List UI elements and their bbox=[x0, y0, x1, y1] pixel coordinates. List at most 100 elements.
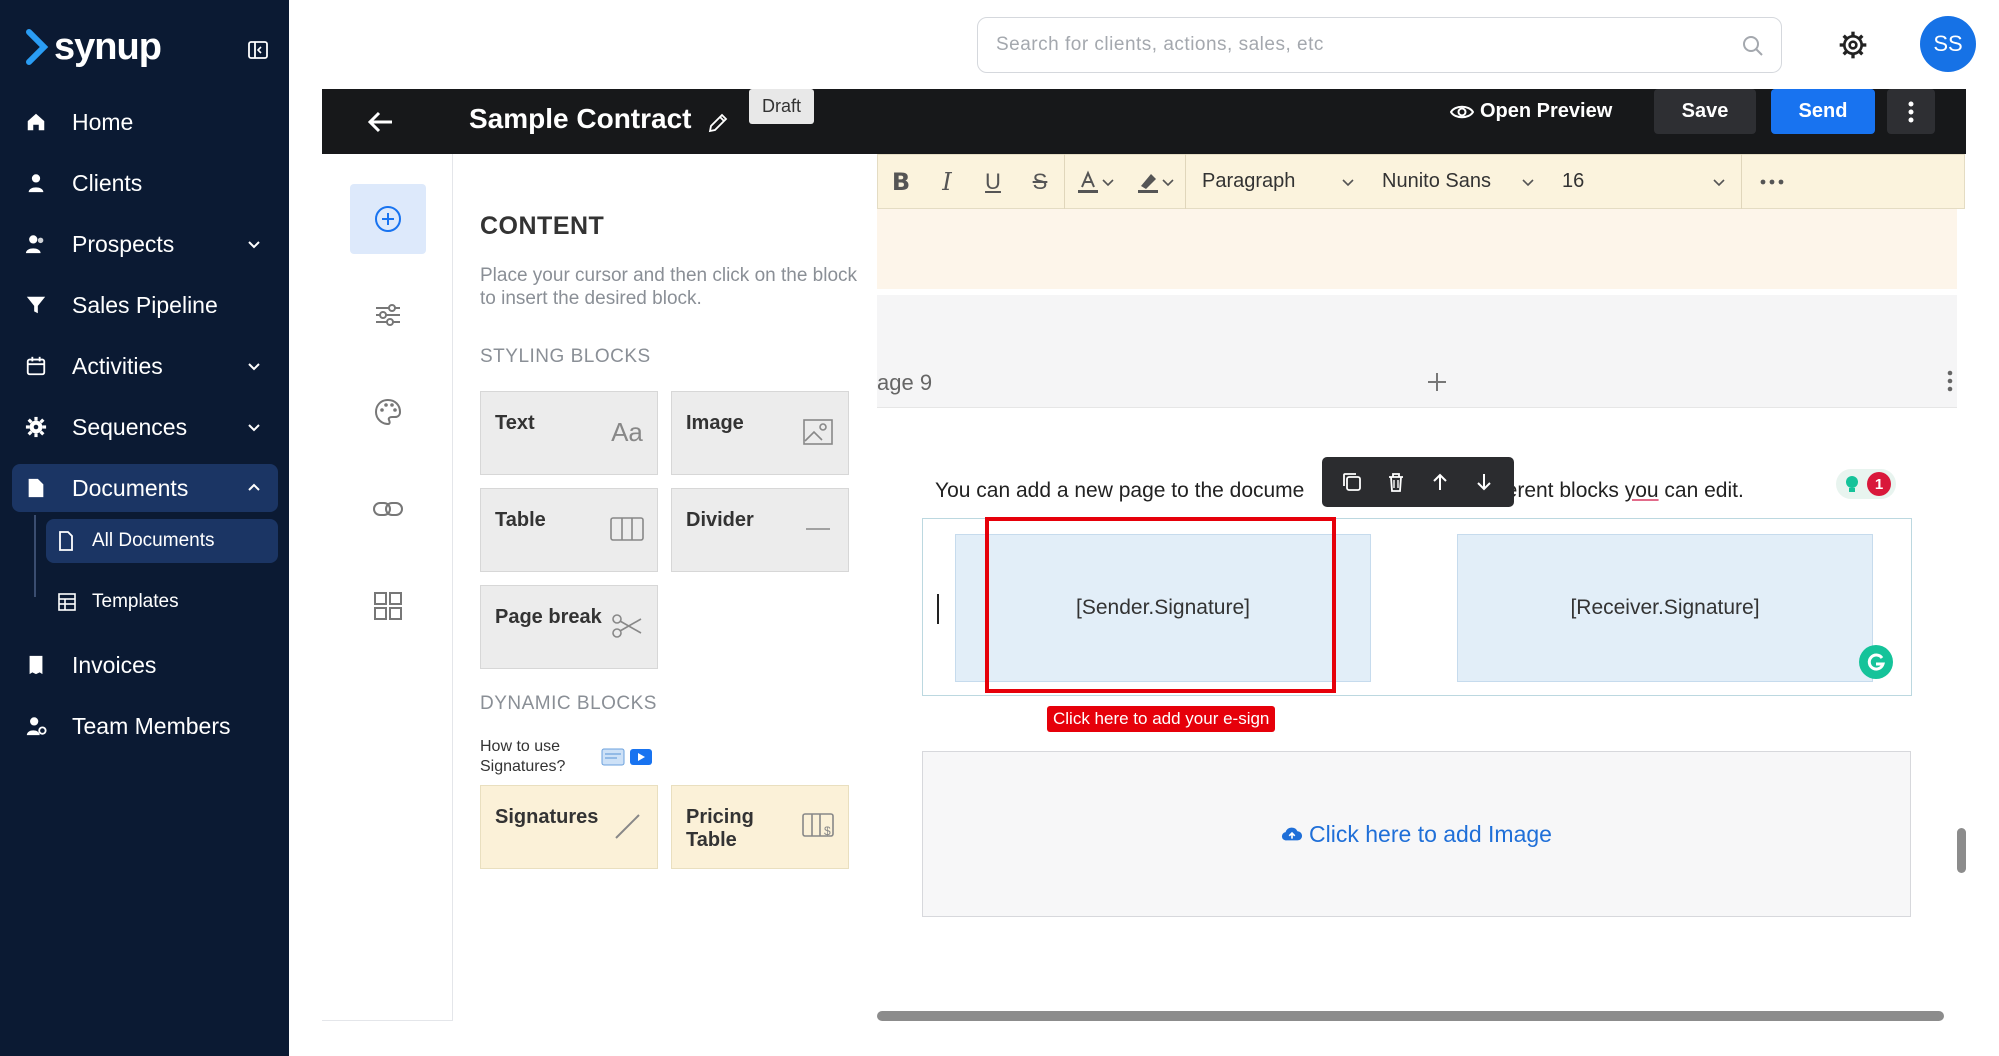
font-size-select[interactable]: 16 bbox=[1546, 154, 1741, 209]
highlighter-icon bbox=[1138, 173, 1158, 193]
underline-icon: U bbox=[985, 168, 1001, 194]
chevron-down-icon bbox=[248, 241, 260, 249]
add-image-label: Click here to add Image bbox=[1309, 820, 1552, 847]
table-columns-icon bbox=[609, 511, 645, 547]
signatures-block[interactable]: Signatures bbox=[480, 785, 658, 869]
table-block[interactable]: Table bbox=[480, 488, 658, 572]
sidebar-item-sales-pipeline[interactable]: Sales Pipeline bbox=[12, 281, 278, 329]
horizontal-scrollbar[interactable] bbox=[877, 1011, 1944, 1021]
tool-links[interactable] bbox=[350, 474, 426, 544]
font-family-select[interactable]: Nunito Sans bbox=[1366, 154, 1546, 209]
send-button[interactable]: Send bbox=[1771, 89, 1875, 134]
more-options-button[interactable] bbox=[1887, 89, 1935, 134]
open-preview-button[interactable]: Open Preview bbox=[1450, 89, 1612, 134]
font-color-icon bbox=[1078, 169, 1098, 193]
sidebar-item-label: Sequences bbox=[72, 413, 188, 440]
move-up-arrow-icon[interactable] bbox=[1429, 471, 1451, 493]
text-block[interactable]: Text Aa bbox=[480, 391, 658, 475]
grammarly-g-icon[interactable] bbox=[1859, 645, 1893, 679]
text-cursor bbox=[937, 594, 939, 624]
grammarly-badge[interactable]: 1 bbox=[1836, 469, 1896, 499]
chevron-down-icon bbox=[1102, 178, 1114, 186]
divider-line-icon bbox=[800, 511, 836, 547]
sidebar-item-activities[interactable]: Activities bbox=[12, 342, 278, 390]
text-aa-icon: Aa bbox=[611, 416, 643, 447]
sidebar-subitem-templates[interactable]: Templates bbox=[46, 580, 278, 624]
more-formatting-button[interactable] bbox=[1742, 154, 1802, 209]
underline-button[interactable]: U bbox=[970, 154, 1016, 209]
search-icon[interactable] bbox=[1741, 34, 1765, 58]
how-to-icons bbox=[601, 748, 653, 766]
pricing-table-block[interactable]: Pricing Table $ bbox=[671, 785, 849, 869]
grammarly-bulb-icon bbox=[1846, 476, 1858, 492]
image-block[interactable]: Image bbox=[671, 391, 849, 475]
pricing-label-line2: Table bbox=[686, 829, 737, 851]
tool-theme[interactable] bbox=[350, 377, 426, 447]
scissors-icon bbox=[609, 608, 645, 644]
sidebar-item-documents[interactable]: Documents bbox=[12, 464, 278, 512]
block-label: Signatures bbox=[495, 806, 599, 828]
synup-logo[interactable]: synup bbox=[26, 22, 162, 72]
user-icon bbox=[24, 171, 48, 195]
sidebar-collapse-icon[interactable] bbox=[246, 38, 270, 62]
highlight-button[interactable] bbox=[1125, 154, 1185, 209]
logo-text: synup bbox=[54, 25, 162, 68]
tool-settings[interactable] bbox=[350, 280, 426, 350]
paragraph-style-select[interactable]: Paragraph bbox=[1186, 154, 1366, 209]
home-icon bbox=[24, 110, 48, 134]
strikethrough-button[interactable]: S bbox=[1016, 154, 1064, 209]
sidebar-item-clients[interactable]: Clients bbox=[12, 159, 278, 207]
tool-add-content[interactable] bbox=[350, 184, 426, 254]
trash-icon[interactable] bbox=[1385, 471, 1407, 493]
sidebar-nav: Home Clients Prospects Sales Pipeline Ac… bbox=[12, 98, 278, 763]
team-icon bbox=[24, 714, 48, 738]
submenu-line bbox=[34, 515, 36, 597]
receiver-signature-field[interactable]: [Receiver.Signature] bbox=[1457, 534, 1873, 682]
video-play-icon[interactable] bbox=[629, 748, 653, 766]
kebab-icon bbox=[1908, 101, 1914, 122]
divider-block[interactable]: Divider bbox=[671, 488, 849, 572]
bold-button[interactable]: B bbox=[878, 154, 924, 209]
chevron-down-icon bbox=[248, 363, 260, 371]
formatting-toolbar: B I U S Paragraph Nunito Sans 16 bbox=[877, 154, 1965, 209]
tool-grid[interactable] bbox=[350, 571, 426, 641]
add-page-plus-icon[interactable] bbox=[1425, 370, 1449, 394]
sidebar-item-label: Activities bbox=[72, 352, 163, 379]
sidebar: synup Home Clients Prospects Sales Pipel… bbox=[0, 0, 289, 1056]
sidebar-item-prospects[interactable]: Prospects bbox=[12, 220, 278, 268]
sidebar-item-label: Home bbox=[72, 108, 134, 135]
copy-icon[interactable] bbox=[1341, 471, 1363, 493]
sidebar-item-team-members[interactable]: Team Members bbox=[12, 702, 278, 750]
pricing-label-line1: Pricing bbox=[686, 806, 754, 828]
bold-icon: B bbox=[891, 167, 911, 196]
settings-gear-icon[interactable] bbox=[1837, 29, 1869, 61]
page-gap bbox=[877, 295, 1957, 365]
strikethrough-icon: S bbox=[1032, 168, 1048, 194]
image-upload-block[interactable]: Click here to add Image bbox=[922, 751, 1911, 917]
back-arrow-icon[interactable] bbox=[366, 107, 396, 137]
edit-title-pencil-icon[interactable] bbox=[706, 111, 730, 135]
user-avatar[interactable]: SS bbox=[1920, 16, 1976, 72]
howto-line-1: How to use bbox=[480, 738, 561, 755]
font-color-button[interactable] bbox=[1065, 154, 1125, 209]
search-input[interactable] bbox=[996, 34, 1736, 56]
sidebar-subitem-all-documents[interactable]: All Documents bbox=[46, 519, 278, 563]
sidebar-item-home[interactable]: Home bbox=[12, 98, 278, 146]
chevron-down-icon bbox=[248, 424, 260, 432]
italic-button[interactable]: I bbox=[924, 154, 970, 209]
editor-tool-column bbox=[322, 154, 453, 1021]
sidebar-item-invoices[interactable]: Invoices bbox=[12, 641, 278, 689]
sidebar-item-sequences[interactable]: Sequences bbox=[12, 403, 278, 451]
save-button[interactable]: Save bbox=[1654, 89, 1756, 134]
page-break-block[interactable]: Page break bbox=[480, 585, 658, 669]
move-down-arrow-icon[interactable] bbox=[1473, 471, 1495, 493]
help-guide-icon[interactable] bbox=[601, 748, 625, 766]
page-options-kebab-icon[interactable] bbox=[1947, 370, 1953, 392]
chevron-down-icon bbox=[1162, 178, 1174, 186]
page-number-label: age 9 bbox=[877, 370, 933, 395]
vertical-scrollbar[interactable] bbox=[1957, 828, 1966, 873]
chevron-down-icon bbox=[1342, 179, 1354, 187]
gear-icon bbox=[24, 415, 48, 439]
sidebar-item-label: Documents bbox=[72, 474, 189, 501]
howto-line-2: Signatures? bbox=[480, 758, 566, 775]
